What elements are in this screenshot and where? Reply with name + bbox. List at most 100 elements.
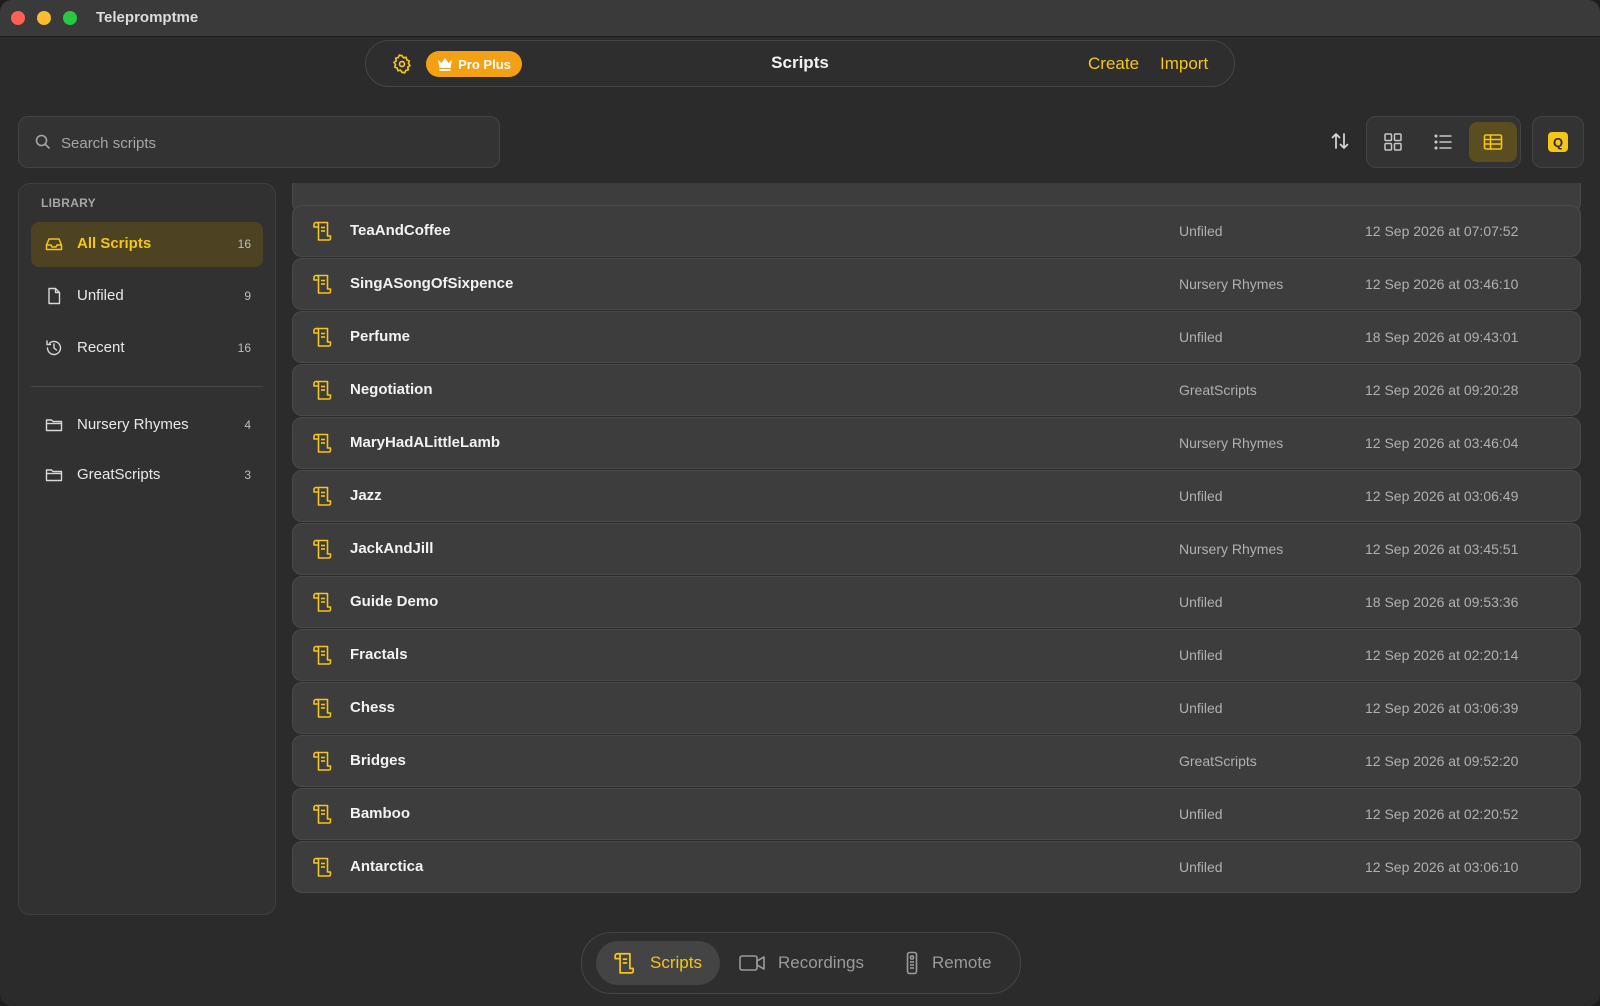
minimize-window-button[interactable]: [37, 11, 51, 25]
video-camera-icon: [739, 955, 765, 971]
table-row[interactable]: JackAndJill Nursery Rhymes 12 Sep 2026 a…: [292, 523, 1581, 575]
title-bar: Telepromptme: [0, 0, 1600, 37]
script-name: JackAndJill: [350, 540, 434, 557]
script-folder: Unfiled: [1179, 806, 1223, 822]
script-name: TeaAndCoffee: [350, 222, 451, 239]
search-icon: [35, 134, 51, 150]
script-folder: Unfiled: [1179, 223, 1223, 239]
sidebar-item-all-scripts[interactable]: All Scripts 16: [31, 222, 263, 267]
remote-icon: [906, 951, 918, 975]
scroll-icon: [313, 804, 332, 824]
script-name: Bamboo: [350, 805, 410, 822]
script-name: Antarctica: [350, 858, 424, 875]
sidebar-folder-greatscripts[interactable]: GreatScripts 3: [31, 453, 263, 498]
zoom-window-button[interactable]: [63, 11, 77, 25]
script-date: 12 Sep 2026 at 07:07:52: [1365, 223, 1519, 239]
close-window-button[interactable]: [11, 11, 25, 25]
sidebar-item-label: Unfiled: [77, 287, 124, 304]
table-row[interactable]: Chess Unfiled 12 Sep 2026 at 03:06:39: [292, 682, 1581, 734]
script-name: Jazz: [350, 487, 382, 504]
list-view-button[interactable]: [1419, 122, 1467, 162]
scroll-icon: [313, 327, 332, 347]
script-date: 12 Sep 2026 at 09:52:20: [1365, 753, 1519, 769]
sidebar-item-label: Nursery Rhymes: [77, 416, 189, 433]
scripts-list[interactable]: TeaAndCoffee Unfiled 12 Sep 2026 at 07:0…: [292, 183, 1582, 903]
app-window: Telepromptme Pro Plus Scripts Create Imp…: [0, 0, 1600, 1006]
quick-action-button[interactable]: Q: [1532, 116, 1584, 168]
table-row[interactable]: Bridges GreatScripts 12 Sep 2026 at 09:5…: [292, 735, 1581, 787]
top-toolbar: Pro Plus Scripts Create Import: [365, 40, 1235, 87]
scroll-icon: [313, 221, 332, 241]
script-date: 12 Sep 2026 at 03:06:39: [1365, 700, 1519, 716]
library-label: LIBRARY: [41, 196, 96, 210]
table-row[interactable]: MaryHadALittleLamb Nursery Rhymes 12 Sep…: [292, 417, 1581, 469]
sidebar-item-unfiled[interactable]: Unfiled 9: [31, 274, 263, 319]
script-name: Fractals: [350, 646, 408, 663]
list-icon: [1434, 134, 1452, 150]
table-row[interactable]: Negotiation GreatScripts 12 Sep 2026 at …: [292, 364, 1581, 416]
script-folder: Nursery Rhymes: [1179, 435, 1284, 451]
scroll-icon: [313, 486, 332, 506]
q-icon: Q: [1548, 132, 1568, 152]
script-folder: GreatScripts: [1179, 753, 1257, 769]
sidebar-item-count: 3: [244, 468, 251, 482]
table-row[interactable]: Jazz Unfiled 12 Sep 2026 at 03:06:49: [292, 470, 1581, 522]
grid-view-button[interactable]: [1369, 122, 1417, 162]
table-row[interactable]: SingASongOfSixpence Nursery Rhymes 12 Se…: [292, 258, 1581, 310]
table-row[interactable]: Fractals Unfiled 12 Sep 2026 at 02:20:14: [292, 629, 1581, 681]
script-folder: Unfiled: [1179, 700, 1223, 716]
sidebar-item-label: GreatScripts: [77, 466, 161, 483]
script-date: 12 Sep 2026 at 03:06:49: [1365, 488, 1519, 504]
script-folder: Unfiled: [1179, 329, 1223, 345]
script-folder: Unfiled: [1179, 647, 1223, 663]
folder-icon: [45, 469, 63, 482]
sidebar-divider: [31, 386, 263, 387]
sidebar-item-label: Recent: [77, 339, 125, 356]
scroll-icon: [614, 952, 635, 974]
tab-remote[interactable]: Remote: [900, 941, 1006, 985]
scroll-icon: [313, 380, 332, 400]
table-icon: [1483, 134, 1503, 150]
bottom-tab-bar: Scripts Recordings Remote: [581, 932, 1021, 994]
tab-label: Recordings: [778, 953, 864, 972]
script-folder: GreatScripts: [1179, 382, 1257, 398]
table-view-button[interactable]: [1469, 122, 1517, 162]
import-button[interactable]: Import: [1160, 54, 1208, 74]
sidebar-folder-nursery-rhymes[interactable]: Nursery Rhymes 4: [31, 403, 263, 448]
tab-scripts[interactable]: Scripts: [596, 941, 720, 985]
history-icon: [46, 340, 62, 356]
create-button[interactable]: Create: [1088, 54, 1139, 74]
script-date: 18 Sep 2026 at 09:53:36: [1365, 594, 1519, 610]
script-name: Negotiation: [350, 381, 433, 398]
script-date: 12 Sep 2026 at 03:46:04: [1365, 435, 1519, 451]
table-row[interactable]: Perfume Unfiled 18 Sep 2026 at 09:43:01: [292, 311, 1581, 363]
script-name: Guide Demo: [350, 593, 439, 610]
tab-recordings[interactable]: Recordings: [738, 941, 870, 985]
scroll-icon: [313, 274, 332, 294]
tab-label: Scripts: [650, 953, 702, 972]
app-title: Telepromptme: [96, 9, 199, 26]
sort-icon[interactable]: [1329, 130, 1351, 152]
search-input[interactable]: [59, 130, 483, 156]
script-folder: Unfiled: [1179, 859, 1223, 875]
script-date: 12 Sep 2026 at 02:20:14: [1365, 647, 1519, 663]
script-name: Bridges: [350, 752, 406, 769]
search-box: [18, 116, 500, 168]
table-row[interactable]: Bamboo Unfiled 12 Sep 2026 at 02:20:52: [292, 788, 1581, 840]
scroll-icon: [313, 698, 332, 718]
scroll-icon: [313, 645, 332, 665]
scroll-icon: [313, 433, 332, 453]
table-row[interactable]: Guide Demo Unfiled 18 Sep 2026 at 09:53:…: [292, 576, 1581, 628]
script-name: MaryHadALittleLamb: [350, 434, 501, 451]
table-row[interactable]: TeaAndCoffee Unfiled 12 Sep 2026 at 07:0…: [292, 205, 1581, 257]
sidebar-item-count: 9: [244, 289, 251, 303]
script-date: 12 Sep 2026 at 02:20:52: [1365, 806, 1519, 822]
script-date: 12 Sep 2026 at 09:20:28: [1365, 382, 1519, 398]
tab-label: Remote: [932, 953, 992, 972]
document-icon: [48, 287, 61, 305]
table-row[interactable]: Antarctica Unfiled 12 Sep 2026 at 03:06:…: [292, 841, 1581, 893]
sidebar-item-recent[interactable]: Recent 16: [31, 326, 263, 371]
sidebar: LIBRARY All Scripts 16 Unfiled 9 Recent …: [18, 183, 276, 915]
script-date: 18 Sep 2026 at 09:43:01: [1365, 329, 1519, 345]
scroll-icon: [313, 592, 332, 612]
